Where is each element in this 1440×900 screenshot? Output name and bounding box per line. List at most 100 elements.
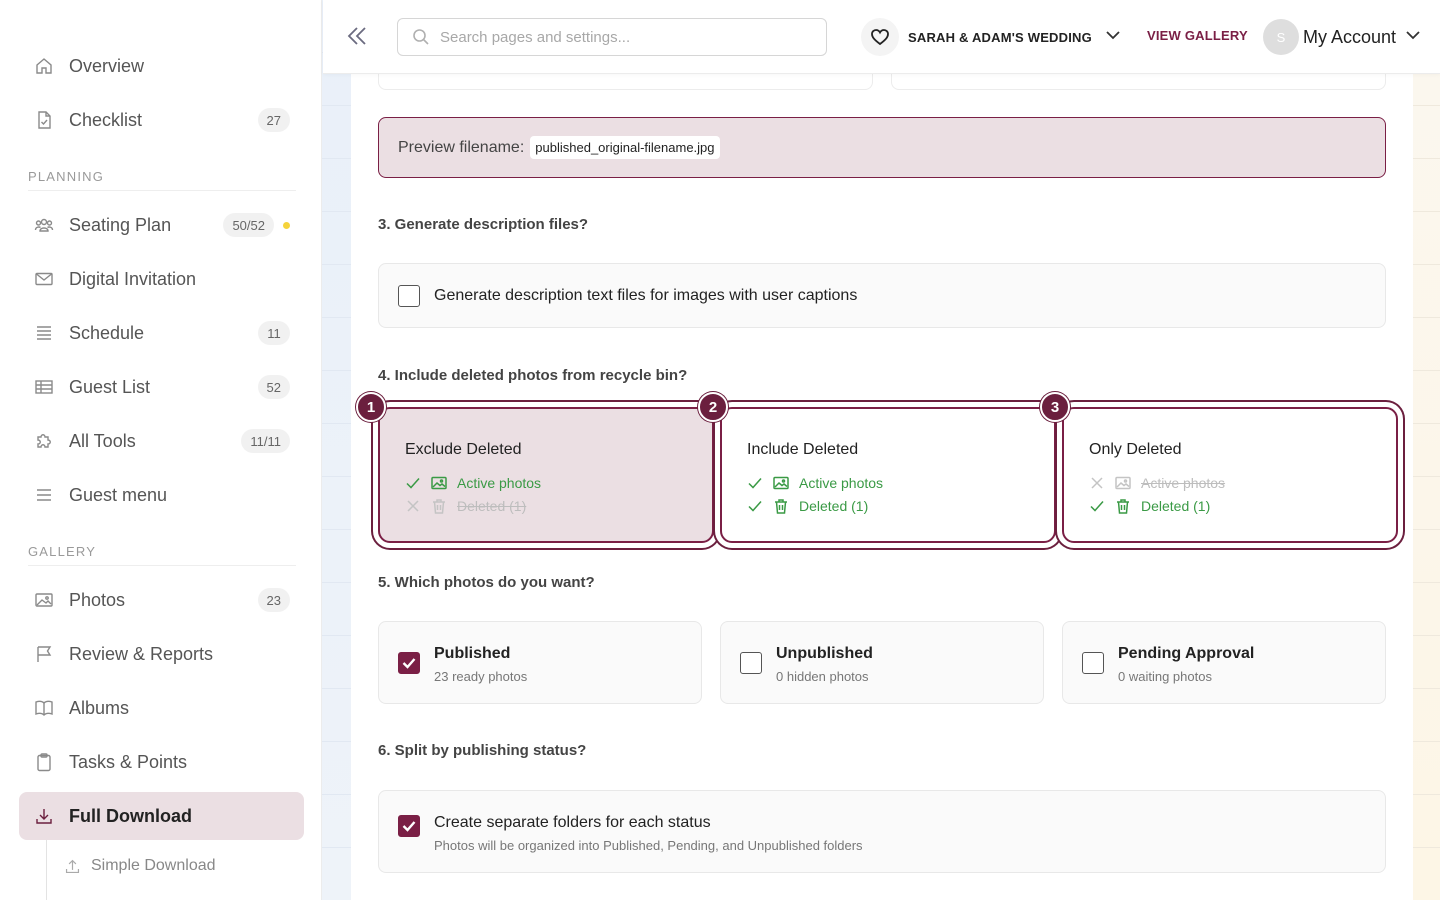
sidebar-item-overview[interactable]: Overview bbox=[19, 42, 304, 90]
double-chevron-left-icon bbox=[347, 27, 366, 45]
account-label: My Account bbox=[1303, 26, 1397, 47]
sidebar-item-label: Guest menu bbox=[69, 484, 168, 505]
sidebar-item-label: Schedule bbox=[69, 322, 145, 343]
search-input[interactable] bbox=[440, 28, 800, 46]
trash-icon bbox=[1117, 499, 1129, 514]
sidebar: Overview Checklist 27 PLANNING Seating P… bbox=[0, 0, 322, 900]
option-unpublished[interactable]: Unpublished 0 hidden photos bbox=[720, 621, 1044, 704]
sidebar-item-label: All Tools bbox=[69, 430, 136, 451]
sidebar-subitem-simple-download[interactable]: Simple Download bbox=[64, 852, 216, 880]
sidebar-item-label: Guest List bbox=[69, 376, 151, 397]
count-badge: 52 bbox=[257, 375, 290, 399]
option-title: Only Deleted bbox=[1089, 441, 1182, 458]
sidebar-item-photos[interactable]: Photos 23 bbox=[19, 576, 304, 624]
view-gallery-link[interactable]: VIEW GALLERY bbox=[1147, 28, 1248, 43]
count-badge: 11 bbox=[258, 321, 290, 345]
sidebar-item-label: Digital Invitation bbox=[69, 268, 197, 289]
question-3-heading: 3. Generate description files? bbox=[378, 216, 589, 233]
event-name: SARAH & ADAM'S WEDDING bbox=[908, 29, 1092, 45]
sidebar-item-seating-plan[interactable]: Seating Plan 50/52 bbox=[19, 201, 304, 249]
count-badge: 27 bbox=[257, 108, 290, 132]
background-grid-right bbox=[1412, 0, 1440, 900]
sidebar-item-full-download[interactable]: Full Download bbox=[19, 792, 304, 840]
download-icon bbox=[33, 805, 55, 827]
sidebar-item-guest-list[interactable]: Guest List 52 bbox=[19, 363, 304, 411]
sidebar-item-label: Review & Reports bbox=[69, 643, 214, 664]
count-badge: 11/11 bbox=[241, 429, 290, 453]
chevron-down-icon bbox=[1404, 26, 1422, 49]
people-icon bbox=[33, 214, 55, 236]
option-published[interactable]: Published 23 ready photos bbox=[378, 621, 702, 704]
active-photos-row: Active photos bbox=[405, 475, 541, 491]
option-subtitle: 0 hidden photos bbox=[776, 669, 869, 684]
deleted-photos-row: Deleted (1) bbox=[747, 498, 868, 514]
question-6-heading: 6. Split by publishing status? bbox=[378, 742, 587, 759]
option-title: Pending Approval bbox=[1118, 645, 1255, 662]
trash-icon bbox=[775, 499, 787, 514]
image-icon bbox=[431, 476, 447, 490]
clipboard-icon bbox=[33, 751, 55, 773]
chevron-down-icon bbox=[1104, 26, 1122, 49]
search-box[interactable] bbox=[397, 18, 827, 56]
image-icon bbox=[773, 476, 789, 490]
option-title: Include Deleted bbox=[747, 441, 859, 458]
active-photos-row: Active photos bbox=[1089, 475, 1225, 491]
count-badge: 23 bbox=[257, 588, 290, 612]
search-icon bbox=[413, 29, 429, 45]
envelope-icon bbox=[33, 268, 55, 290]
sidebar-item-label: Tasks & Points bbox=[69, 751, 188, 772]
sidebar-subitem-label: Simple Download bbox=[91, 857, 216, 874]
check-icon bbox=[402, 658, 416, 669]
upload-icon bbox=[65, 859, 80, 873]
account-menu[interactable]: S My Account bbox=[1263, 18, 1422, 56]
sidebar-item-albums[interactable]: Albums bbox=[19, 684, 304, 732]
option-exclude-deleted[interactable]: Exclude Deleted Active photos Deleted (1… bbox=[378, 407, 714, 543]
event-selector[interactable]: SARAH & ADAM'S WEDDING bbox=[861, 17, 1122, 57]
check-icon bbox=[748, 501, 762, 512]
option-number-badge: 2 bbox=[698, 392, 728, 422]
unpublished-checkbox[interactable] bbox=[740, 652, 762, 674]
trash-icon bbox=[433, 499, 445, 514]
option-only-deleted[interactable]: Only Deleted Active photos Deleted (1) bbox=[1062, 407, 1398, 543]
sidebar-item-review-reports[interactable]: Review & Reports bbox=[19, 630, 304, 678]
option-label: Generate description text files for imag… bbox=[434, 287, 858, 304]
menu-icon bbox=[33, 484, 55, 506]
sidebar-item-checklist[interactable]: Checklist 27 bbox=[19, 96, 304, 144]
table-icon bbox=[33, 376, 55, 398]
description-files-option[interactable]: Generate description text files for imag… bbox=[378, 263, 1386, 328]
active-photos-row: Active photos bbox=[747, 475, 883, 491]
home-icon bbox=[33, 55, 55, 77]
sidebar-item-tasks-points[interactable]: Tasks & Points bbox=[19, 738, 304, 786]
download-settings-panel: Preview filename: published_original-fil… bbox=[351, 60, 1413, 900]
split-by-status-checkbox[interactable] bbox=[398, 815, 420, 837]
option-subtitle: Photos will be organized into Published,… bbox=[434, 838, 863, 853]
published-checkbox[interactable] bbox=[398, 652, 420, 674]
option-number-badge: 3 bbox=[1040, 392, 1070, 422]
collapse-sidebar-button[interactable] bbox=[343, 22, 371, 50]
question-5-heading: 5. Which photos do you want? bbox=[378, 574, 595, 591]
sidebar-item-label: Checklist bbox=[69, 109, 143, 130]
deleted-photos-row: Deleted (1) bbox=[1089, 498, 1210, 514]
sidebar-item-digital-invitation[interactable]: Digital Invitation bbox=[19, 255, 304, 303]
option-pending-approval[interactable]: Pending Approval 0 waiting photos bbox=[1062, 621, 1386, 704]
description-files-checkbox[interactable] bbox=[398, 285, 420, 307]
top-bar: SARAH & ADAM'S WEDDING VIEW GALLERY S My… bbox=[323, 0, 1440, 74]
sidebar-item-all-tools[interactable]: All Tools 11/11 bbox=[19, 417, 304, 465]
status-dot bbox=[283, 221, 290, 229]
close-icon bbox=[1091, 477, 1103, 489]
section-divider bbox=[28, 565, 296, 566]
schedule-icon bbox=[33, 322, 55, 344]
option-title: Unpublished bbox=[776, 645, 873, 662]
split-by-status-option[interactable]: Create separate folders for each status … bbox=[378, 790, 1386, 873]
sidebar-item-label: Seating Plan bbox=[69, 214, 172, 235]
submenu-rail bbox=[46, 840, 47, 900]
option-include-deleted[interactable]: Include Deleted Active photos Deleted (1… bbox=[720, 407, 1056, 543]
heart-icon bbox=[861, 18, 899, 56]
sidebar-item-label: Albums bbox=[69, 697, 130, 718]
section-heading-gallery: GALLERY bbox=[28, 544, 97, 559]
pending-approval-checkbox[interactable] bbox=[1082, 652, 1104, 674]
close-icon bbox=[407, 500, 419, 512]
sidebar-item-guest-menu[interactable]: Guest menu bbox=[19, 471, 304, 519]
sidebar-item-label: Photos bbox=[69, 589, 126, 610]
sidebar-item-schedule[interactable]: Schedule 11 bbox=[19, 309, 304, 357]
